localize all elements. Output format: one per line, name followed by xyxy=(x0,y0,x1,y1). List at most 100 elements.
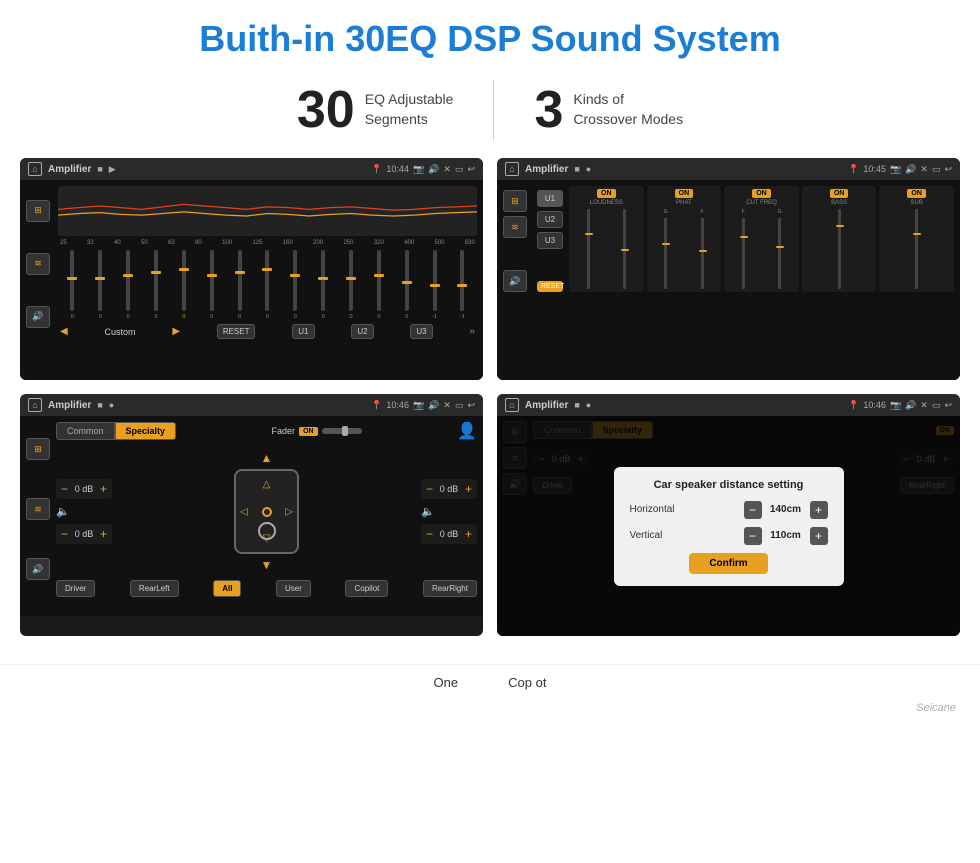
eq-slider-col: 0 xyxy=(311,250,336,320)
crossover-stat: 3 Kinds of Crossover Modes xyxy=(494,80,723,140)
screen4-bar-right: 📍 10:46 📷 🔊 ✕ ▭ ↩ xyxy=(848,400,952,411)
confirm-button[interactable]: Confirm xyxy=(689,553,767,574)
eq-slider-col: 0 xyxy=(283,250,308,320)
fader-on-toggle[interactable]: ON xyxy=(299,427,318,436)
screen3-side-2[interactable]: ≋ xyxy=(26,498,50,520)
car-center-dot xyxy=(262,507,272,517)
home-icon-2[interactable] xyxy=(505,162,519,176)
cutfreq-on[interactable]: ON xyxy=(752,189,771,198)
screen3-left: ⊞ ≋ 🔊 xyxy=(26,421,52,597)
crossover-side-btn-2[interactable]: ≋ xyxy=(503,216,527,238)
eq-side-btn-3[interactable]: 🔊 xyxy=(26,306,50,328)
u2-button[interactable]: U2 xyxy=(537,211,563,228)
db-minus-rr[interactable]: − xyxy=(426,527,433,541)
bass-sliders xyxy=(804,209,875,289)
u3-button[interactable]: U3 xyxy=(537,232,563,249)
channel-sub: ON SUB xyxy=(879,186,954,292)
db-minus-fl[interactable]: − xyxy=(61,482,68,496)
eq-u3-btn[interactable]: U3 xyxy=(410,324,432,339)
eq-side-btn-2[interactable]: ≋ xyxy=(26,253,50,275)
close-icon: ✕ xyxy=(443,164,451,175)
crossover-side-btn-1[interactable]: ⊞ xyxy=(503,190,527,212)
page-title: Buith-in 30EQ DSP Sound System xyxy=(0,0,980,70)
db-plus-rl[interactable]: + xyxy=(100,527,107,541)
screen3-side-3[interactable]: 🔊 xyxy=(26,558,50,580)
screen3-side-1[interactable]: ⊞ xyxy=(26,438,50,460)
layout-icon-2: ▭ xyxy=(932,164,941,175)
db-control-fl: − 0 dB + xyxy=(56,479,112,499)
volume-icon-2: 🔊 xyxy=(905,164,916,175)
play-icon: ▶ xyxy=(109,164,116,175)
screen3-time: 10:46 xyxy=(386,400,409,410)
vertical-minus[interactable]: − xyxy=(744,527,762,545)
eq-slider-col: -1 xyxy=(422,250,447,320)
home-icon-4[interactable] xyxy=(505,398,519,412)
eq-stat: 30 EQ Adjustable Segments xyxy=(257,80,494,140)
vertical-plus[interactable]: + xyxy=(810,527,828,545)
speaker-center: ▲ △ ▽ ◁ ▷ ▼ xyxy=(118,451,415,572)
eq-screen: ⊞ ≋ 🔊 xyxy=(26,186,477,341)
sub-on[interactable]: ON xyxy=(907,189,926,198)
screen3-main: Common Specialty Fader ON 👤 xyxy=(56,421,477,597)
db-plus-fr[interactable]: + xyxy=(465,482,472,496)
u1-button[interactable]: U1 xyxy=(537,190,563,207)
distance-dialog: Car speaker distance setting Horizontal … xyxy=(614,467,844,586)
db-minus-rl[interactable]: − xyxy=(61,527,68,541)
db-plus-rr[interactable]: + xyxy=(465,527,472,541)
eq-u2-btn[interactable]: U2 xyxy=(351,324,373,339)
rearright-btn[interactable]: RearRight xyxy=(423,580,477,597)
horizontal-control: − 140cm + xyxy=(744,501,828,519)
horizontal-plus[interactable]: + xyxy=(810,501,828,519)
all-btn[interactable]: All xyxy=(213,580,241,597)
screen1-content: ⊞ ≋ 🔊 xyxy=(20,180,483,380)
screen1-app-name: Amplifier xyxy=(48,164,91,175)
crossover-side-btn-3[interactable]: 🔊 xyxy=(503,270,527,292)
rearleft-btn[interactable]: RearLeft xyxy=(130,580,179,597)
loudness-on[interactable]: ON xyxy=(597,189,616,198)
db-minus-fr[interactable]: − xyxy=(426,482,433,496)
eq-prev-btn[interactable]: ◀ xyxy=(60,326,68,337)
eq-slider-col: 0 xyxy=(199,250,224,320)
bottom-labels: One Cop ot xyxy=(0,664,980,696)
db-value-rl: 0 dB xyxy=(71,529,97,539)
phat-label: PHAT xyxy=(676,200,692,206)
screen1-time: 10:44 xyxy=(386,164,409,174)
dot-icon-2: ● xyxy=(586,164,591,174)
eq-side-btn-1[interactable]: ⊞ xyxy=(26,200,50,222)
driver-btn[interactable]: Driver xyxy=(56,580,95,597)
cutfreq-sliders: F G xyxy=(726,209,797,289)
phat-on[interactable]: ON xyxy=(675,189,694,198)
screen3-bar-right: 📍 10:46 📷 🔊 ✕ ▭ ↩ xyxy=(371,400,475,411)
vertical-control: − 110cm + xyxy=(744,527,828,545)
speaker-icon-fl: 🔈 xyxy=(56,505,112,518)
eq-u1-btn[interactable]: U1 xyxy=(292,324,314,339)
tab-specialty-3[interactable]: Specialty xyxy=(115,422,177,440)
eq-next-btn[interactable]: ▶ xyxy=(172,326,180,337)
screen-distance: Amplifier ■ ● 📍 10:46 📷 🔊 ✕ ▭ ↩ ⊞ ≋ xyxy=(497,394,960,636)
back-icon-4: ↩ xyxy=(944,400,952,411)
back-icon-2: ↩ xyxy=(944,164,952,175)
crossover-channels: ON LOUDNESS ON PHAT G F xyxy=(569,186,954,292)
eq-slider-col: 0 xyxy=(366,250,391,320)
down-arrow: ▼ xyxy=(261,558,273,572)
eq-reset-btn[interactable]: RESET xyxy=(217,324,256,339)
vertical-value: 110cm xyxy=(766,530,806,541)
copilot-btn[interactable]: Copilot xyxy=(345,580,388,597)
layout-icon: ▭ xyxy=(455,164,464,175)
crossover-left: ⊞ ≋ 🔊 xyxy=(503,186,533,292)
volume-icon: 🔊 xyxy=(428,164,439,175)
db-plus-fl[interactable]: + xyxy=(100,482,107,496)
user-btn[interactable]: User xyxy=(276,580,311,597)
crossover-reset-btn[interactable]: RESET xyxy=(537,281,563,292)
loudness-sliders xyxy=(571,209,642,289)
tab-common-3[interactable]: Common xyxy=(56,422,115,440)
home-icon[interactable] xyxy=(28,162,42,176)
home-icon-3[interactable] xyxy=(28,398,42,412)
fader-slider[interactable] xyxy=(322,428,362,434)
horizontal-minus[interactable]: − xyxy=(744,501,762,519)
stats-row: 30 EQ Adjustable Segments 3 Kinds of Cro… xyxy=(0,70,980,158)
speaker-right-col: − 0 dB + 🔈 − 0 dB + xyxy=(421,479,477,544)
eq-slider-col: 0 xyxy=(394,250,419,320)
bass-on[interactable]: ON xyxy=(830,189,849,198)
screen4-bar: Amplifier ■ ● 📍 10:46 📷 🔊 ✕ ▭ ↩ xyxy=(497,394,960,416)
